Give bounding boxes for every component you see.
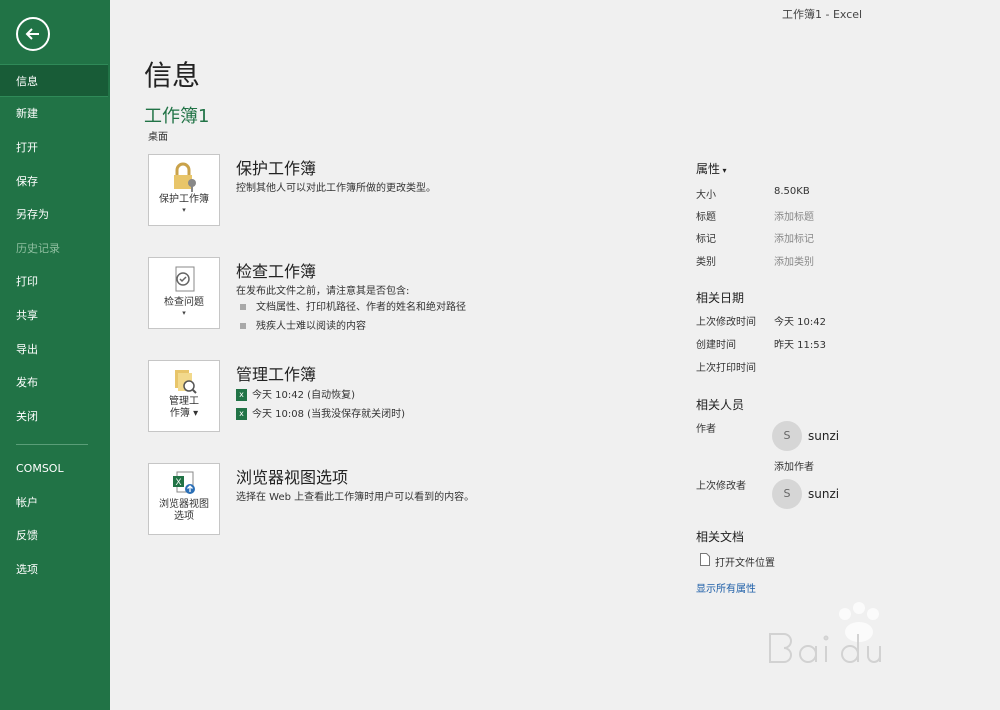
browser-view-desc: 选择在 Web 上查看此工作簿时用户可以看到的内容。 [236, 492, 475, 503]
protect-workbook-desc: 控制其他人可以对此工作簿所做的更改类型。 [236, 183, 436, 194]
related-dates-heading: 相关日期 [696, 291, 745, 305]
sidebar-item-options[interactable]: 选项 [0, 553, 108, 586]
manage-workbook-label: 管理工 作簿 ▾ [169, 396, 199, 419]
property-value: 8.50KB [774, 186, 810, 197]
sidebar-item-feedback[interactable]: 反馈 [0, 519, 108, 552]
sidebar-item-close[interactable]: 关闭 [0, 400, 108, 433]
title-field[interactable]: 添加标题 [774, 208, 814, 223]
inspect-workbook-desc: 在发布此文件之前，请注意其是否包含: [236, 286, 410, 297]
property-label: 大小 [696, 190, 716, 201]
sidebar-item-info[interactable]: 信息 [0, 64, 108, 97]
baidu-watermark-logo [769, 602, 881, 663]
sidebar-item-publish[interactable]: 发布 [0, 366, 108, 399]
sidebar-item-export[interactable]: 导出 [0, 333, 108, 366]
excel-file-icon: x [236, 389, 247, 401]
dropdown-caret-icon: ▾ [182, 206, 186, 214]
browser-view-options-button[interactable]: X 浏览器视图 选项 [148, 463, 220, 535]
properties-heading[interactable]: 属性 ▾ [696, 160, 727, 177]
browser-view-options-label: 浏览器视图 选项 [159, 499, 209, 522]
related-documents-heading: 相关文档 [696, 530, 745, 544]
sidebar-item-save-as[interactable]: 另存为 [0, 198, 108, 231]
author-avatar[interactable]: S [772, 421, 802, 451]
browser-view-heading: 浏览器视图选项 [236, 468, 349, 487]
last-modified-by-label: 上次修改者 [696, 481, 746, 492]
open-file-location-link[interactable]: 打开文件位置 [715, 554, 775, 569]
sidebar-item-history: 历史记录 [16, 242, 60, 255]
date-label: 上次修改时间 [696, 317, 756, 328]
last-modified-by-name[interactable]: sunzi [808, 487, 839, 501]
manage-workbook-button[interactable]: 管理工 作簿 ▾ [148, 360, 220, 432]
property-label: 标题 [696, 212, 716, 223]
excel-file-icon: x [236, 408, 247, 420]
show-all-properties-link[interactable]: 显示所有属性 [696, 580, 756, 595]
sidebar-item-open[interactable]: 打开 [0, 131, 108, 164]
protect-workbook-heading: 保护工作簿 [236, 159, 317, 178]
check-issues-label: 检查问题 [164, 297, 204, 308]
sidebar-item-print[interactable]: 打印 [0, 265, 108, 298]
manage-versions-icon [175, 370, 197, 394]
bullet-square-icon [240, 304, 246, 310]
sidebar-item-new[interactable]: 新建 [0, 97, 108, 130]
bullet-square-icon [240, 323, 246, 329]
tags-field[interactable]: 添加标记 [774, 230, 814, 245]
author-label: 作者 [696, 424, 716, 435]
workbook-location: 桌面 [148, 132, 168, 143]
file-icon [700, 553, 710, 566]
protect-workbook-label: 保护工作簿 [159, 194, 209, 205]
date-label: 上次打印时间 [696, 363, 756, 374]
inspect-document-icon [175, 266, 195, 292]
sidebar-item-account[interactable]: 帐户 [0, 486, 108, 519]
window-title: 工作簿1 - Excel [782, 8, 863, 21]
sidebar-item-share[interactable]: 共享 [0, 299, 108, 332]
sidebar-item-save[interactable]: 保存 [0, 165, 108, 198]
lock-key-icon [174, 162, 196, 192]
inspect-bullet: 文档属性、打印机路径、作者的姓名和绝对路径 [240, 298, 466, 313]
browser-view-icon: X [173, 471, 195, 494]
last-modified-avatar[interactable]: S [772, 479, 802, 509]
check-issues-button[interactable]: 检查问题 ▾ [148, 257, 220, 329]
version-item[interactable]: x 今天 10:08 (当我没保存就关闭时) [236, 405, 405, 420]
sidebar-divider [16, 444, 88, 445]
date-label: 创建时间 [696, 340, 736, 351]
date-value: 今天 10:42 [774, 317, 826, 328]
workbook-name: 工作簿1 [144, 106, 210, 127]
manage-workbook-heading: 管理工作簿 [236, 365, 317, 384]
property-label: 标记 [696, 234, 716, 245]
related-people-heading: 相关人员 [696, 398, 745, 412]
version-item[interactable]: x 今天 10:42 (自动恢复) [236, 386, 355, 401]
add-author-link[interactable]: 添加作者 [774, 458, 814, 473]
inspect-bullet: 残疾人士难以阅读的内容 [240, 317, 366, 332]
back-arrow-icon[interactable] [16, 17, 50, 51]
backstage-sidebar: 信息 新建 打开 保存 另存为 历史记录 打印 共享 导出 发布 关闭 COMS… [0, 0, 110, 710]
inspect-workbook-heading: 检查工作簿 [236, 262, 317, 281]
author-name[interactable]: sunzi [808, 429, 839, 443]
property-label: 类别 [696, 257, 716, 268]
protect-workbook-button[interactable]: 保护工作簿 ▾ [148, 154, 220, 226]
category-field[interactable]: 添加类别 [774, 253, 814, 268]
dropdown-caret-icon: ▾ [182, 309, 186, 317]
date-value: 昨天 11:53 [774, 340, 826, 351]
svg-text:X: X [176, 477, 182, 487]
sidebar-item-comsol[interactable]: COMSOL [0, 452, 108, 485]
dropdown-caret-icon: ▾ [720, 166, 727, 175]
page-title: 信息 [144, 59, 201, 92]
